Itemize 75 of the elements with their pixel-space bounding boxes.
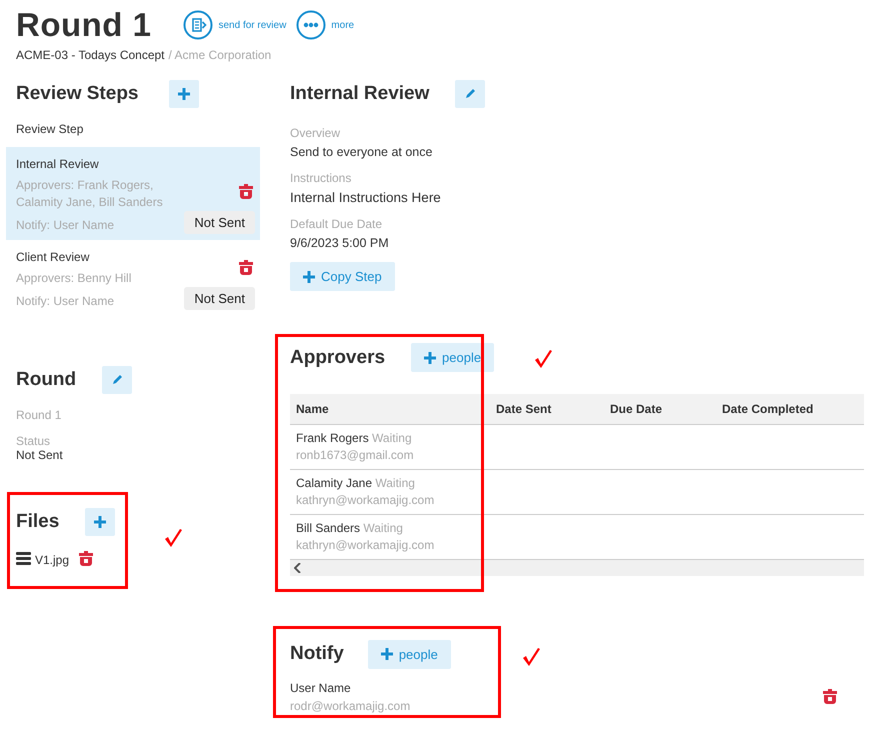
add-step-button[interactable] — [168, 80, 198, 108]
step-notify: Notify: User Name — [16, 217, 116, 234]
delete-button[interactable] — [239, 184, 253, 199]
person-name: User Name — [290, 680, 352, 694]
trash-icon — [823, 689, 837, 704]
plus-icon — [303, 270, 315, 282]
client-name: / Acme Corporation — [168, 48, 272, 62]
field-label: Overview — [290, 126, 342, 140]
check-mark-icon — [163, 528, 183, 548]
column-header: Name — [290, 394, 490, 424]
delete-button[interactable] — [823, 689, 837, 704]
round-name: Round 1 — [16, 408, 62, 422]
field-label: Instructions — [290, 171, 352, 185]
approver-name: Frank Rogers — [296, 430, 369, 444]
column-header: Due Date — [604, 394, 716, 424]
approver-status: Waiting — [375, 476, 415, 490]
field-value: 9/6/2023 5:00 PM — [290, 236, 390, 250]
person-email: rodr@workamajig.com — [290, 698, 410, 712]
field-label: Default Due Date — [290, 217, 384, 231]
approver-status: Waiting — [363, 520, 403, 534]
check-mark-icon — [521, 646, 541, 666]
column-header: Date Completed — [716, 394, 864, 424]
add-people-button[interactable]: people — [368, 640, 451, 668]
trash-icon — [79, 551, 94, 566]
file-name: V1.jpg — [35, 553, 70, 567]
section-title: Internal Review — [290, 83, 430, 105]
add-file-button[interactable] — [85, 508, 116, 536]
section-title: Approvers — [290, 346, 386, 368]
delete-button[interactable] — [239, 260, 253, 275]
section-title: Review Steps — [16, 83, 138, 105]
status-badge: Not Sent — [184, 287, 255, 310]
more-button[interactable]: more — [296, 10, 354, 40]
column-header: Date Sent — [490, 394, 604, 424]
edit-button[interactable] — [455, 80, 486, 108]
status-badge: Not Sent — [184, 211, 255, 234]
approver-name: Bill Sanders — [296, 520, 360, 534]
copy-step-button[interactable]: Copy Step — [290, 262, 395, 291]
menu-icon — [16, 552, 31, 565]
section-title: Files — [16, 511, 60, 533]
field-value: Internal Instructions Here — [290, 190, 442, 205]
step-approvers: Approvers: Benny Hill — [16, 270, 132, 287]
edit-button[interactable] — [102, 366, 132, 394]
review-step-item[interactable]: Client Review Approvers: Benny Hill Notify: User Name Not Sent — [6, 240, 260, 316]
plus-icon — [178, 88, 190, 100]
pencil-icon — [111, 374, 124, 386]
step-name: Client Review — [16, 250, 90, 264]
approver-email: ronb1673@gmail.com — [296, 448, 415, 462]
step-notify: Notify: User Name — [16, 293, 116, 310]
step-approvers: Approvers: Frank Rogers, Calamity Jane, Bill Sanders — [16, 177, 164, 211]
round-status: Not Sent — [16, 448, 64, 462]
review-step-item[interactable]: Internal Review Approvers: Frank Rogers, Calamity Jane, Bill Sanders Notify: User Name Not Sent — [6, 147, 260, 240]
trash-icon — [239, 260, 253, 275]
add-people-button[interactable]: people — [411, 343, 494, 372]
section-title: Notify — [290, 643, 344, 665]
approver-name: Calamity Jane — [296, 476, 372, 490]
approver-status: Waiting — [372, 430, 412, 444]
page-title: Round 1 — [16, 6, 152, 44]
project-name: ACME-03 - Todays Concept — [16, 48, 165, 62]
field-label: Status — [16, 434, 52, 448]
step-name: Internal Review — [16, 157, 100, 171]
plus-icon — [94, 516, 106, 528]
check-mark-icon — [533, 349, 553, 369]
plus-icon — [380, 648, 393, 660]
approver-email: kathryn@workamajig.com — [296, 492, 436, 506]
more-icon — [296, 10, 326, 40]
column-label: Review Step — [16, 122, 84, 136]
plus-icon — [424, 352, 436, 364]
pencil-icon — [464, 88, 476, 100]
chevron-left-icon — [294, 562, 302, 572]
section-title: Round — [16, 369, 76, 391]
delete-button[interactable] — [79, 551, 94, 566]
field-value: Send to everyone at once — [290, 145, 434, 159]
trash-icon — [239, 184, 253, 199]
approver-email: kathryn@workamajig.com — [296, 538, 436, 552]
send-for-review-button[interactable]: send for review — [183, 10, 286, 40]
